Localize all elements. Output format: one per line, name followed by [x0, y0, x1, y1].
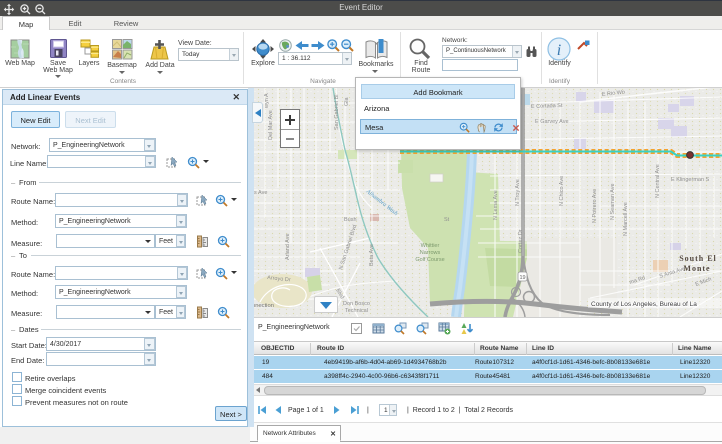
svg-text:N Central Ave: N Central Ave: [655, 164, 661, 198]
svg-text:Don Bosco: Don Bosco: [343, 301, 370, 307]
svg-text:Golf Course: Golf Course: [415, 257, 444, 263]
svg-text:N Potrero Ave: N Potrero Ave: [592, 189, 598, 223]
svg-text:E Garvey Ave: E Garvey Ave: [535, 119, 569, 125]
svg-text:N Troy Ave: N Troy Ave: [515, 179, 521, 206]
svg-text:San Gabriel Bl: San Gabriel Bl: [334, 95, 340, 130]
svg-text:N Marcell Ave: N Marcell Ave: [623, 202, 629, 236]
svg-text:Cortez Dr: Cortez Dr: [518, 229, 524, 253]
svg-text:N Lema Ave: N Lema Ave: [493, 190, 499, 220]
svg-text:N Chico Ave: N Chico Ave: [559, 176, 565, 206]
svg-text:Narrows: Narrows: [420, 250, 441, 256]
svg-text:Monte: Monte: [683, 264, 710, 273]
svg-text:E Cortada St: E Cortada St: [531, 103, 563, 110]
svg-text:N Seaman Ave: N Seaman Ave: [610, 183, 616, 220]
svg-text:i: i: [557, 42, 561, 59]
svg-text:wyn A: wyn A: [264, 93, 270, 109]
svg-text:E Klingerman S: E Klingerman S: [671, 177, 710, 183]
svg-text:Del Mar Ave: Del Mar Ave: [268, 110, 274, 140]
svg-text:nnection: nnection: [252, 303, 274, 309]
svg-text:19: 19: [519, 275, 525, 281]
svg-text:St: St: [444, 217, 450, 223]
svg-text:Whittier: Whittier: [421, 243, 440, 249]
svg-text:County of Los Angeles, Bureau: County of Los Angeles, Bureau of La: [591, 301, 697, 308]
svg-text:Bush: Bush: [344, 217, 357, 223]
svg-text:Gla: Gla: [344, 97, 350, 107]
svg-text:Arland Ave: Arland Ave: [285, 233, 291, 260]
svg-text:Technical: Technical: [345, 308, 368, 314]
svg-text:Beta Ave: Beta Ave: [369, 244, 375, 266]
svg-text:South El: South El: [679, 254, 717, 263]
